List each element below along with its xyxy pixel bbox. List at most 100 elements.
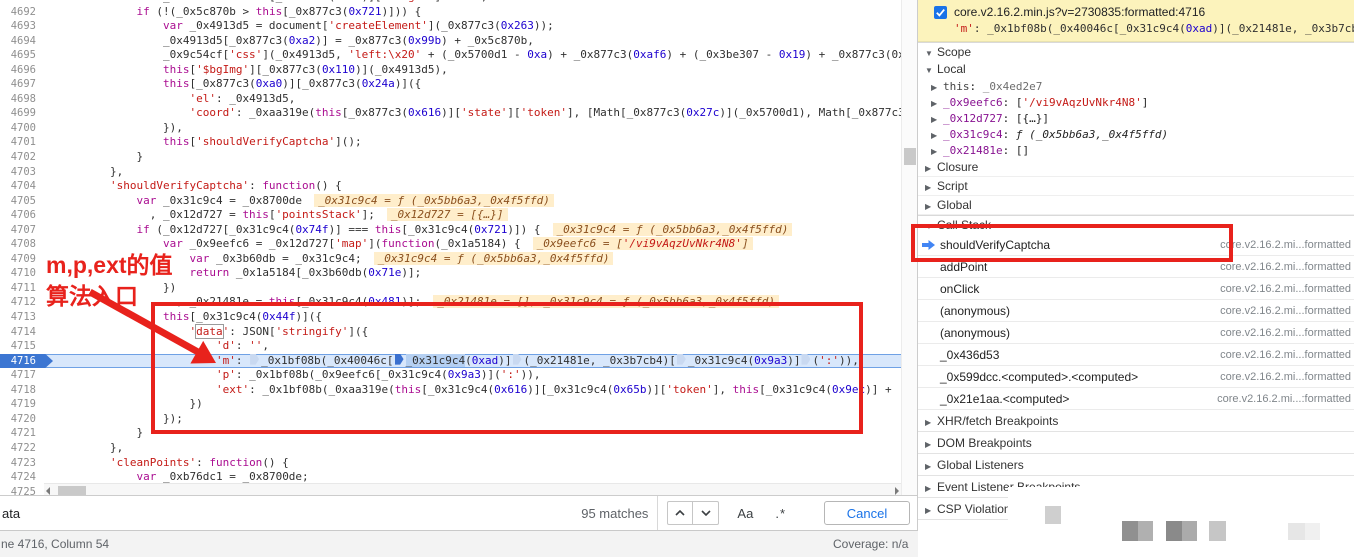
code-line-4714[interactable]: 4714 'data': JSON['stringify']({ xyxy=(0,325,901,340)
gutter-line-number[interactable]: 4712 xyxy=(0,295,44,310)
gutter-line-number[interactable]: 4695 xyxy=(0,48,44,63)
code-line-4722[interactable]: 4722 }, xyxy=(0,441,901,456)
code-line-4718[interactable]: 4718 'ext': _0x1bf08b(_0xaa319e(this[_0x… xyxy=(0,383,901,398)
breakpoint-entry[interactable]: core.v2.16.2.min.js?v=2730835:formatted:… xyxy=(918,0,1354,42)
frame-source[interactable]: core.v2.16.2.mi...formatted xyxy=(1220,278,1351,300)
code-line-4692[interactable]: 4692 if (!(_0x5c870b > this[_0x877c3(0x7… xyxy=(0,5,901,20)
gutter-line-number[interactable]: 4711 xyxy=(0,281,44,296)
code-line-4698[interactable]: 4698 'el': _0x4913d5, xyxy=(0,92,901,107)
gutter-line-number[interactable]: 4699 xyxy=(0,106,44,121)
horizontal-scrollbar-thumb[interactable] xyxy=(58,486,86,495)
call-stack-frame[interactable]: shouldVerifyCaptchacore.v2.16.2.mi...for… xyxy=(918,234,1354,256)
search-next-button[interactable] xyxy=(693,501,719,525)
sidebar-section[interactable]: ▶Global Listeners xyxy=(918,454,1354,476)
code-line-4721[interactable]: 4721 } xyxy=(0,426,901,441)
gutter-line-number[interactable]: 4713 xyxy=(0,310,44,325)
gutter-line-number[interactable]: 4694 xyxy=(0,34,44,49)
gutter-line-number[interactable]: 4720 xyxy=(0,412,44,427)
call-stack-frame[interactable]: addPointcore.v2.16.2.mi...formatted xyxy=(918,256,1354,278)
code-line-4720[interactable]: 4720 }); xyxy=(0,412,901,427)
gutter-line-number[interactable]: 4724 xyxy=(0,470,44,485)
code-line-4706[interactable]: 4706 , _0x12d727 = this['pointsStack'];_… xyxy=(0,208,901,223)
scroll-left-icon[interactable] xyxy=(46,487,50,495)
scope-group-global[interactable]: ▶Global xyxy=(918,196,1354,215)
breakpoint-checkbox[interactable] xyxy=(934,6,947,19)
gutter-line-number[interactable]: 4702 xyxy=(0,150,44,165)
code-line-4700[interactable]: 4700 }), xyxy=(0,121,901,136)
gutter-line-number[interactable]: 4717 xyxy=(0,368,44,383)
code-line-4704[interactable]: 4704 'shouldVerifyCaptcha': function() { xyxy=(0,179,901,194)
frame-source[interactable]: core.v2.16.2.mi...formatted xyxy=(1220,234,1351,256)
frame-source[interactable]: core.v2.16.2.mi...formatted xyxy=(1220,322,1351,344)
gutter-line-number[interactable]: 4723 xyxy=(0,456,44,471)
sidebar-section[interactable]: ▶DOM Breakpoints xyxy=(918,432,1354,454)
scope-variable[interactable]: ▶_0x31c9c4: ƒ (_0x5bb6a3,_0x4f5ffd) xyxy=(918,126,1354,142)
cancel-button[interactable]: Cancel xyxy=(824,501,910,525)
gutter-line-number[interactable]: 4718 xyxy=(0,383,44,398)
scope-section-header[interactable]: ▼Scope xyxy=(918,42,1354,61)
gutter-line-number[interactable]: 4692 xyxy=(0,5,44,20)
code-line-4705[interactable]: 4705 var _0x31c9c4 = _0x8700de_0x31c9c4 … xyxy=(0,194,901,209)
frame-source[interactable]: core.v2.16.2.mi...formatted xyxy=(1220,344,1351,366)
gutter-line-number[interactable]: 4716 xyxy=(0,354,44,369)
call-stack-section-header[interactable]: ▼Call Stack xyxy=(918,215,1354,234)
gutter-line-number[interactable]: 4707 xyxy=(0,223,44,238)
code-line-4723[interactable]: 4723 'cleanPoints': function() { xyxy=(0,456,901,471)
search-input[interactable] xyxy=(2,506,581,521)
call-stack-frame[interactable]: (anonymous)core.v2.16.2.mi...formatted xyxy=(918,300,1354,322)
inline-breakpoint-icon[interactable] xyxy=(677,354,686,365)
code-line-4713[interactable]: 4713 this[_0x31c9c4(0x44f)]({ xyxy=(0,310,901,325)
code-line-4702[interactable]: 4702 } xyxy=(0,150,901,165)
frame-source[interactable]: core.v2.16.2.mi...formatted xyxy=(1220,366,1351,388)
gutter-line-number[interactable]: 4703 xyxy=(0,165,44,180)
gutter-line-number[interactable]: 4700 xyxy=(0,121,44,136)
code-line-4694[interactable]: 4694 _0x4913d5[_0x877c3(0xa2)] = _0x877c… xyxy=(0,34,901,49)
code-line-4693[interactable]: 4693 var _0x4913d5 = document['createEle… xyxy=(0,19,901,34)
source-editor-panel[interactable]: 4691 var _0x5c870b = this[_0x877c3(0xa0)… xyxy=(0,0,901,496)
gutter-line-number[interactable]: 4714 xyxy=(0,325,44,340)
vertical-scrollbar-thumb[interactable] xyxy=(904,148,916,165)
regex-toggle[interactable]: .* xyxy=(775,506,786,521)
code-line-4697[interactable]: 4697 this[_0x877c3(0xa0)][_0x877c3(0x24a… xyxy=(0,77,901,92)
call-stack-frame[interactable]: _0x436d53core.v2.16.2.mi...formatted xyxy=(918,344,1354,366)
gutter-line-number[interactable]: 4696 xyxy=(0,63,44,78)
vertical-scrollbar[interactable] xyxy=(901,0,917,496)
inline-breakpoint-active-icon[interactable] xyxy=(395,354,404,365)
code-line-4716[interactable]: 4716 'm': _0x1bf08b(_0x40046c[_0x31c9c4(… xyxy=(0,354,901,369)
code-line-4717[interactable]: 4717 'p': _0x1bf08b(_0x9eefc6[_0x31c9c4(… xyxy=(0,368,901,383)
inline-breakpoint-icon[interactable] xyxy=(250,354,259,365)
call-stack-frame[interactable]: onClickcore.v2.16.2.mi...formatted xyxy=(918,278,1354,300)
sidebar-section[interactable]: ▶XHR/fetch Breakpoints xyxy=(918,410,1354,432)
gutter-line-number[interactable]: 4706 xyxy=(0,208,44,223)
match-case-toggle[interactable]: Aa xyxy=(737,506,753,521)
scroll-right-icon[interactable] xyxy=(895,487,899,495)
gutter-line-number[interactable]: 4722 xyxy=(0,441,44,456)
call-stack-frame[interactable]: _0x599dcc.<computed>.<computed>core.v2.1… xyxy=(918,366,1354,388)
gutter-line-number[interactable]: 4704 xyxy=(0,179,44,194)
scope-group-closure[interactable]: ▶Closure xyxy=(918,158,1354,177)
code-line-4719[interactable]: 4719 }) xyxy=(0,397,901,412)
call-stack-frame[interactable]: (anonymous)core.v2.16.2.mi...formatted xyxy=(918,322,1354,344)
gutter-line-number[interactable]: 4705 xyxy=(0,194,44,209)
gutter-line-number[interactable]: 4719 xyxy=(0,397,44,412)
gutter-line-number[interactable]: 4701 xyxy=(0,135,44,150)
gutter-line-number[interactable]: 4715 xyxy=(0,339,44,354)
frame-source[interactable]: core.v2.16.2.mi...formatted xyxy=(1220,300,1351,322)
scope-local-header[interactable]: ▼Local xyxy=(918,61,1354,78)
search-previous-button[interactable] xyxy=(667,501,693,525)
frame-source[interactable]: core.v2.16.2.mi...:formatted xyxy=(1217,388,1351,410)
inline-breakpoint-icon[interactable] xyxy=(513,354,522,365)
code-line-4701[interactable]: 4701 this['shouldVerifyCaptcha'](); xyxy=(0,135,901,150)
scope-variable[interactable]: ▶_0x9eefc6: ['/vi9vAqzUvNkr4N8'] xyxy=(918,94,1354,110)
scope-variable[interactable]: ▶this: _0x4ed2e7 xyxy=(918,78,1354,94)
gutter-line-number[interactable]: 4698 xyxy=(0,92,44,107)
code-line-4695[interactable]: 4695 _0x9c54cf['css'](_0x4913d5, 'left:\… xyxy=(0,48,901,63)
code-line-4715[interactable]: 4715 'd': '', xyxy=(0,339,901,354)
gutter-line-number[interactable]: 4697 xyxy=(0,77,44,92)
frame-source[interactable]: core.v2.16.2.mi...formatted xyxy=(1220,256,1351,278)
code-line-4703[interactable]: 4703 }, xyxy=(0,165,901,180)
gutter-line-number[interactable]: 4708 xyxy=(0,237,44,252)
code-line-4707[interactable]: 4707 if (_0x12d727[_0x31c9c4(0x74f)] ===… xyxy=(0,223,901,238)
scope-variable[interactable]: ▶_0x12d727: [{…}] xyxy=(918,110,1354,126)
gutter-line-number[interactable]: 4693 xyxy=(0,19,44,34)
